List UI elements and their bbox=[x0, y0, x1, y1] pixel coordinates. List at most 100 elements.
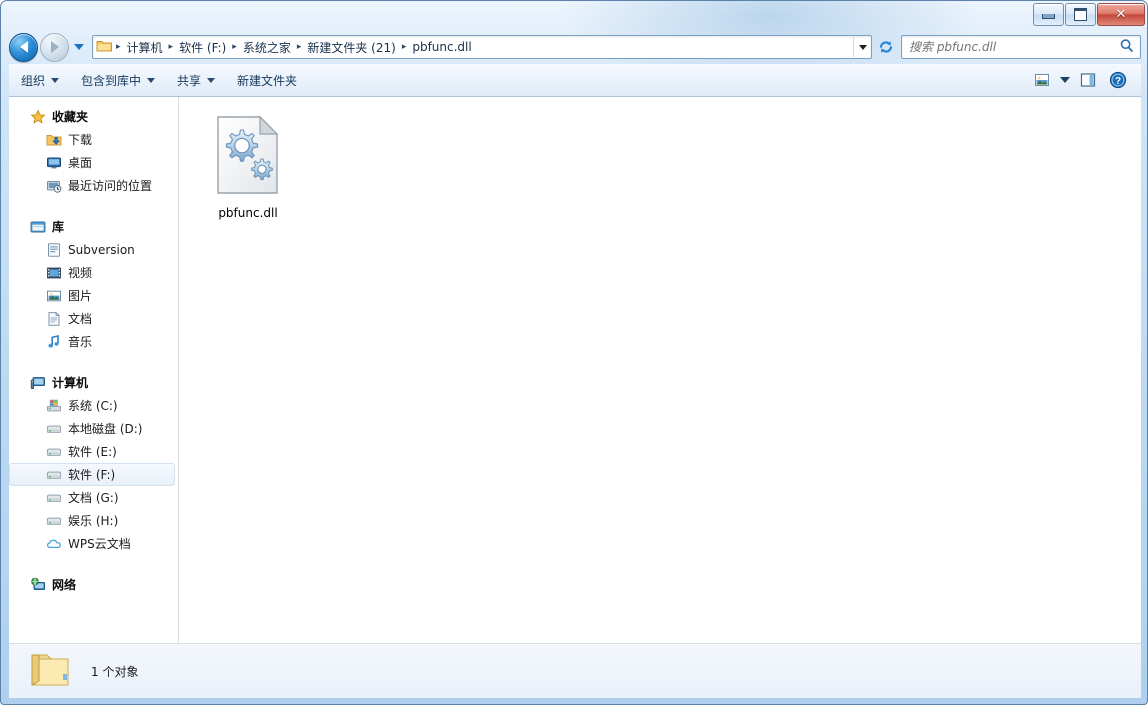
breadcrumb-item-4[interactable]: pbfunc.dll bbox=[407, 38, 476, 56]
sidebar-item-drive-e-label: 软件 (E:) bbox=[68, 445, 117, 459]
nav-group-gap-3 bbox=[9, 559, 178, 573]
command-toolbar: 组织 包含到库中 共享 新建文件夹 ? bbox=[9, 64, 1141, 97]
help-button[interactable]: ? bbox=[1103, 67, 1133, 93]
organize-button[interactable]: 组织 bbox=[11, 68, 69, 93]
sidebar-item-videos[interactable]: 视频 bbox=[9, 261, 178, 284]
music-icon bbox=[46, 334, 62, 350]
sidebar-item-desktop[interactable]: 桌面 bbox=[9, 151, 178, 174]
videos-icon bbox=[46, 265, 62, 281]
sidebar-item-desktop-label: 桌面 bbox=[68, 156, 93, 170]
nav-group-computer: 计算机 系统 (C:) 本地磁盘 (D:) 软件 (E:) 软件 (F:) 文档… bbox=[9, 371, 178, 555]
include-in-library-button[interactable]: 包含到库中 bbox=[71, 68, 165, 93]
sidebar-item-drive-d[interactable]: 本地磁盘 (D:) bbox=[9, 417, 178, 440]
address-dropdown-button[interactable] bbox=[853, 37, 871, 57]
search-icon bbox=[1119, 38, 1135, 57]
nav-group-gap-1 bbox=[9, 201, 178, 215]
new-folder-button[interactable]: 新建文件夹 bbox=[227, 68, 307, 93]
refresh-button[interactable] bbox=[873, 35, 899, 59]
search-input[interactable] bbox=[902, 40, 1119, 54]
organize-label: 组织 bbox=[21, 73, 46, 88]
sidebar-item-pictures-label: 图片 bbox=[68, 289, 93, 303]
change-view-button[interactable] bbox=[1027, 67, 1057, 93]
preview-pane-button[interactable] bbox=[1073, 67, 1103, 93]
maximize-icon bbox=[1074, 7, 1087, 21]
back-arrow-icon bbox=[19, 41, 28, 53]
nav-group-gap-2 bbox=[9, 357, 178, 371]
network-icon bbox=[30, 577, 46, 593]
sidebar-item-music-label: 音乐 bbox=[68, 335, 93, 349]
downloads-icon bbox=[46, 132, 62, 148]
drive-icon bbox=[46, 444, 62, 460]
status-item-count: 1 个对象 bbox=[91, 664, 139, 679]
forward-button[interactable] bbox=[40, 32, 69, 62]
close-icon: ✕ bbox=[1115, 6, 1127, 22]
titlebar: ✕ bbox=[1, 1, 1147, 29]
sidebar-item-drive-f-label: 软件 (F:) bbox=[68, 468, 116, 482]
sidebar-item-drive-d-label: 本地磁盘 (D:) bbox=[68, 422, 143, 436]
chevron-down-icon bbox=[858, 44, 867, 50]
chevron-down-icon bbox=[207, 77, 216, 83]
share-with-button[interactable]: 共享 bbox=[167, 68, 225, 93]
file-item-pbfunc-dll[interactable]: pbfunc.dll bbox=[193, 109, 303, 220]
breadcrumb-item-3[interactable]: 新建文件夹 (21) bbox=[302, 37, 400, 58]
close-button[interactable]: ✕ bbox=[1097, 2, 1145, 26]
drive-icon bbox=[46, 490, 62, 506]
sidebar-item-wps-cloud[interactable]: WPS云文档 bbox=[9, 532, 178, 555]
pictures-icon bbox=[46, 288, 62, 304]
nav-root-network-label: 网络 bbox=[52, 578, 77, 592]
breadcrumb-bar[interactable]: ▸ 计算机 ▸ 软件 (F:) ▸ 系统之家 ▸ 新建文件夹 (21) ▸ pb… bbox=[92, 35, 872, 59]
nav-root-libraries[interactable]: 库 bbox=[9, 215, 178, 238]
refresh-icon bbox=[880, 41, 892, 53]
sidebar-item-drive-h[interactable]: 娱乐 (H:) bbox=[9, 509, 178, 532]
sidebar-item-downloads-label: 下载 bbox=[68, 133, 93, 147]
help-icon: ? bbox=[1109, 71, 1127, 89]
breadcrumb-item-0[interactable]: 计算机 bbox=[122, 37, 168, 58]
cloud-icon bbox=[46, 536, 62, 552]
chevron-down-icon bbox=[1060, 77, 1070, 83]
library-icon bbox=[30, 219, 46, 235]
breadcrumb-item-1[interactable]: 软件 (F:) bbox=[174, 37, 231, 58]
nav-group-favorites: 收藏夹 下载 桌面 最近访问的位置 bbox=[9, 105, 178, 197]
nav-root-favorites[interactable]: 收藏夹 bbox=[9, 105, 178, 128]
share-with-label: 共享 bbox=[177, 73, 202, 88]
sidebar-item-drive-g[interactable]: 文档 (G:) bbox=[9, 486, 178, 509]
sidebar-item-videos-label: 视频 bbox=[68, 266, 93, 280]
dll-gear-icon bbox=[215, 115, 281, 198]
sidebar-item-documents[interactable]: 文档 bbox=[9, 307, 178, 330]
chevron-down-icon bbox=[51, 77, 60, 83]
nav-root-libraries-label: 库 bbox=[52, 220, 65, 234]
search-box[interactable] bbox=[901, 35, 1141, 59]
sidebar-item-subversion[interactable]: Subversion bbox=[9, 238, 178, 261]
forward-arrow-icon bbox=[50, 41, 59, 53]
sidebar-item-music[interactable]: 音乐 bbox=[9, 330, 178, 353]
status-bar: 1 个对象 bbox=[9, 643, 1141, 698]
minimize-icon bbox=[1042, 14, 1055, 19]
include-in-library-label: 包含到库中 bbox=[81, 73, 142, 88]
sidebar-item-downloads[interactable]: 下载 bbox=[9, 128, 178, 151]
address-bar: ▸ 计算机 ▸ 软件 (F:) ▸ 系统之家 ▸ 新建文件夹 (21) ▸ pb… bbox=[1, 31, 1147, 63]
sidebar-item-drive-f[interactable]: 软件 (F:) bbox=[9, 463, 175, 486]
sidebar-item-pictures[interactable]: 图片 bbox=[9, 284, 178, 307]
recent-locations-dropdown-icon[interactable] bbox=[74, 44, 84, 50]
file-list-view[interactable]: pbfunc.dll bbox=[179, 97, 1141, 643]
view-options-dropdown[interactable] bbox=[1057, 68, 1073, 92]
explorer-window: ✕ ▸ 计算机 ▸ 软件 (F:) ▸ 系统之家 ▸ 新建文件夹 (21) ▸ … bbox=[0, 0, 1148, 705]
breadcrumb-item-2[interactable]: 系统之家 bbox=[238, 37, 296, 58]
star-icon bbox=[30, 109, 46, 125]
nav-root-network[interactable]: 网络 bbox=[9, 573, 178, 596]
toolbar-right-group: ? bbox=[1027, 67, 1133, 93]
sidebar-item-recent-places-label: 最近访问的位置 bbox=[68, 179, 153, 193]
sidebar-item-drive-c-label: 系统 (C:) bbox=[68, 399, 118, 413]
nav-root-computer[interactable]: 计算机 bbox=[9, 371, 178, 394]
sidebar-item-documents-label: 文档 bbox=[68, 312, 93, 326]
sidebar-item-recent-places[interactable]: 最近访问的位置 bbox=[9, 174, 178, 197]
minimize-button[interactable] bbox=[1033, 2, 1064, 26]
sidebar-item-drive-e[interactable]: 软件 (E:) bbox=[9, 440, 178, 463]
maximize-button[interactable] bbox=[1065, 2, 1096, 26]
sidebar-item-drive-c[interactable]: 系统 (C:) bbox=[9, 394, 178, 417]
subversion-icon bbox=[46, 242, 62, 258]
sidebar-item-drive-h-label: 娱乐 (H:) bbox=[68, 514, 119, 528]
explorer-body: 收藏夹 下载 桌面 最近访问的位置 库 Subversion 视频 图片 文档 … bbox=[9, 97, 1141, 643]
folder-icon bbox=[96, 38, 113, 57]
back-button[interactable] bbox=[9, 32, 38, 62]
